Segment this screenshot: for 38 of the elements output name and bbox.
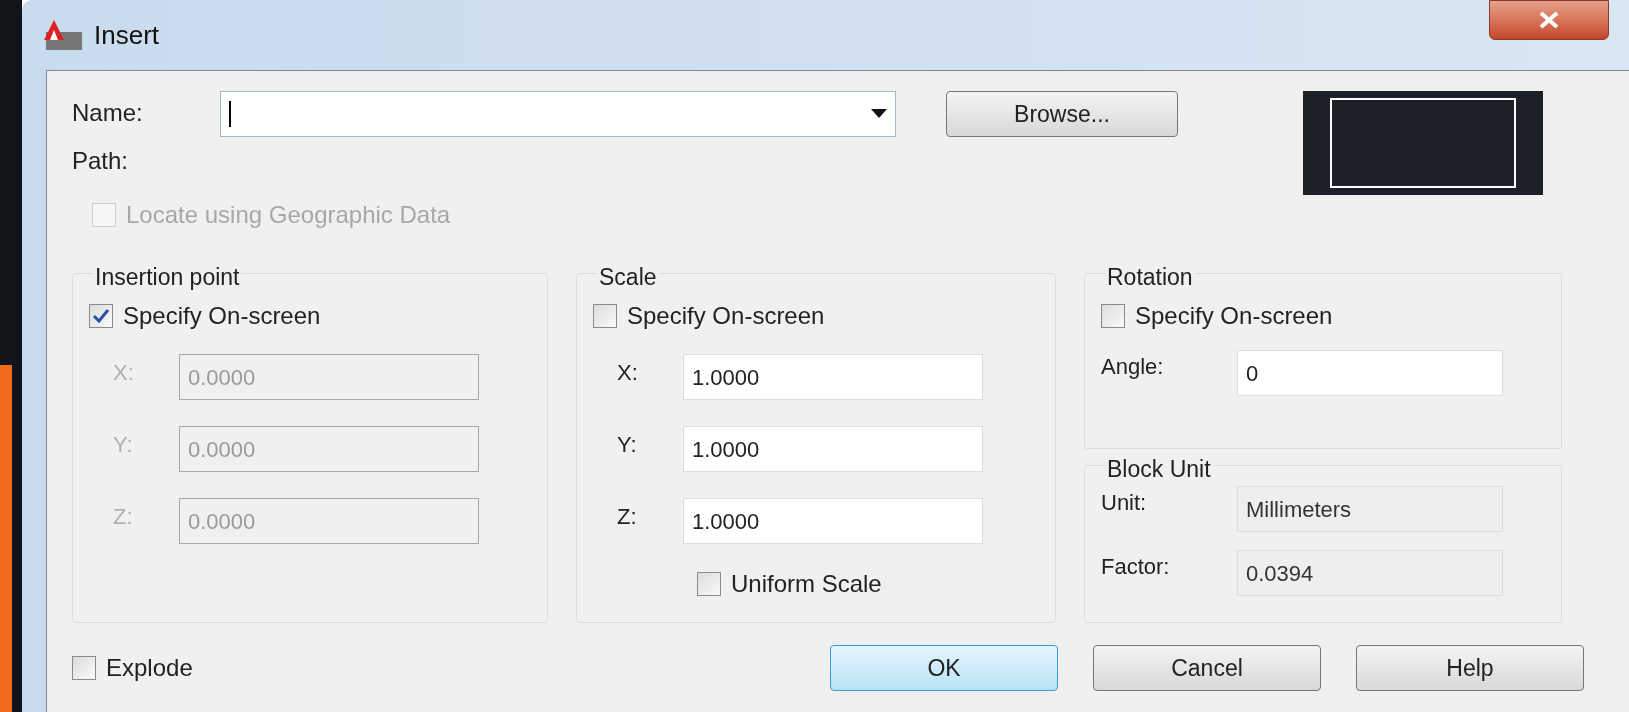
path-label: Path: [72, 146, 130, 176]
checkbox[interactable] [72, 656, 96, 680]
checkbox[interactable] [89, 304, 113, 328]
checkbox[interactable] [1101, 304, 1125, 328]
field-label: Y: [616, 431, 638, 459]
checkbox-label[interactable]: Specify On-screen [1135, 298, 1333, 334]
checkbox-label[interactable]: Specify On-screen [123, 298, 321, 334]
dialog-button[interactable]: Cancel [1093, 645, 1321, 691]
checkbox-label[interactable]: Specify On-screen [627, 298, 825, 334]
dropdown-caret-icon [871, 109, 887, 119]
field-label: Z: [112, 503, 134, 531]
checkbox[interactable] [697, 572, 721, 596]
input-field[interactable]: 0.0394 [1237, 550, 1503, 596]
app-logo-icon [42, 18, 84, 52]
input-field[interactable]: 1.0000 [683, 354, 983, 400]
name-combo-box[interactable] [220, 91, 896, 137]
dialog-button[interactable]: Help [1356, 645, 1584, 691]
field-label: Z: [616, 503, 638, 531]
input-field[interactable]: 1.0000 [683, 498, 983, 544]
field-label: X: [112, 359, 135, 387]
field-label: Y: [112, 431, 134, 459]
field-label: Unit: [1101, 489, 1148, 517]
input-field[interactable]: Millimeters [1237, 486, 1503, 532]
text-cursor [229, 101, 231, 127]
browse-button[interactable]: Browse... [946, 91, 1178, 137]
field-label: Name: [72, 98, 144, 128]
field-label: X: [616, 359, 639, 387]
input-field[interactable]: 0 [1237, 350, 1503, 396]
field-label: Angle: [1101, 353, 1165, 381]
window-title: Insert [94, 18, 160, 52]
checkbox-label[interactable]: Explode [106, 650, 193, 686]
field-label: Factor: [1101, 553, 1171, 581]
input-field[interactable]: 1.0000 [683, 426, 983, 472]
checkbox-label[interactable]: Uniform Scale [731, 566, 882, 602]
dialog-button[interactable]: OK [830, 645, 1058, 691]
checkbox[interactable] [593, 304, 617, 328]
close-button[interactable] [1489, 0, 1609, 40]
close-icon [1538, 11, 1560, 29]
